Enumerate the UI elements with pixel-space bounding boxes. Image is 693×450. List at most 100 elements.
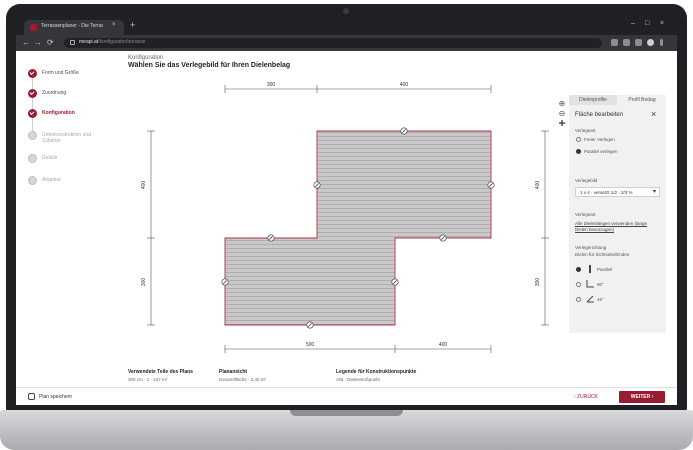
tab-title: Terrassenplaner - Die Terrasse u (41, 23, 103, 29)
url-path: /konfigurator/terrasse (98, 39, 146, 45)
dim-bottom-1: 500 (306, 342, 315, 348)
radio-freier[interactable] (576, 137, 581, 142)
edit-handle-icon (267, 234, 275, 242)
zoom-out-icon[interactable]: ⊖ (557, 109, 567, 119)
favicon-icon (30, 24, 37, 31)
url-host: meapi.at (79, 39, 99, 45)
profile-avatar[interactable] (647, 39, 654, 46)
select-value: 1 x 4 · versetzt 1/2 · 2/3 % (580, 190, 633, 195)
panel-tabs: Dielenprofile Profil Bodag (569, 95, 666, 105)
step-check-icon (28, 89, 37, 98)
save-plan-link[interactable]: Plan speichern (39, 394, 72, 400)
puzzle-icon[interactable] (635, 39, 642, 46)
option-label: Parallel (597, 267, 613, 272)
dimension-bottom: 500 400 (224, 342, 492, 353)
section-label: Verlegeart (575, 212, 596, 217)
edit-handle-icon (306, 321, 314, 329)
browser-toolbar: ← → ⟳ meapi.at/konfigurator/terrasse (16, 35, 677, 51)
step-pending-icon (28, 131, 37, 140)
dimension-top: 300 400 (224, 82, 492, 93)
step-check-icon (28, 69, 37, 78)
info-heading: Legende für Konstruktionspunkte (336, 369, 417, 375)
step-label: Zuordnung (42, 90, 67, 96)
next-button[interactable]: WEITER › (619, 391, 665, 403)
chevron-down-icon: ▾ (652, 189, 656, 195)
laptop-notch (290, 410, 403, 416)
laptop-base (0, 410, 693, 450)
dimension-right-labels: 400 300 (535, 130, 549, 326)
edit-handle-icon (221, 278, 229, 286)
pan-icon[interactable]: ✚ (557, 119, 567, 129)
zoom-in-icon[interactable]: ⊕ (557, 99, 567, 109)
parallel-direction-icon (589, 265, 591, 273)
tab-profil[interactable]: Profil Bodag (618, 95, 666, 105)
minimize-button[interactable]: – (631, 20, 635, 27)
step-label: Konfiguration (42, 110, 75, 116)
dim-left-2: 300 (141, 278, 147, 287)
radio-richtung-parallel[interactable] (576, 267, 581, 272)
option-label: 90° (597, 282, 604, 287)
radio-richtung-90[interactable] (576, 282, 581, 287)
edit-panel: Dielenprofile Profil Bodag Fläche bearbe… (569, 95, 666, 333)
edit-handle-icon (439, 234, 447, 242)
tab-dielenprofile[interactable]: Dielenprofile (569, 95, 617, 105)
dielenlaengen-link[interactable]: Alle Dielenlängen verwenden (lange Diele… (575, 221, 653, 233)
camera-dot (343, 8, 349, 14)
edit-handle-icon (391, 278, 399, 286)
step-pending-icon (28, 176, 37, 185)
step-check-icon (28, 109, 37, 118)
save-icon[interactable] (28, 393, 35, 400)
stage: Terrassenplaner - Die Terrasse u × + – □… (0, 0, 693, 450)
section-label: Verlegebild (575, 178, 598, 183)
angle-90-icon (586, 280, 594, 288)
option-label: 45° (597, 297, 604, 302)
page-title: Wählen Sie das Verlegebild für Ihren Die… (128, 62, 291, 69)
section-label: Verlegerichtung (575, 245, 607, 250)
deck-surface[interactable] (224, 130, 492, 326)
info-heading: Planansicht (219, 369, 248, 375)
footer: Plan speichern ‹ ZURÜCK WEITER › (16, 387, 677, 405)
address-bar[interactable]: meapi.at/konfigurator/terrasse (64, 38, 602, 48)
radio-richtung-45[interactable] (576, 297, 581, 302)
panel-title: Fläche bearbeiten (575, 112, 624, 118)
menu-icon[interactable] (660, 39, 663, 46)
breadcrumb: Konfiguration (128, 55, 164, 61)
bookmark-icon[interactable] (623, 39, 630, 46)
dim-bottom-2: 400 (439, 342, 448, 348)
tab-close-icon[interactable]: × (112, 22, 116, 28)
info-value: Gesamtfläche · 2,40 m² (219, 377, 267, 382)
back-icon[interactable]: ← (22, 38, 30, 47)
radio-label: Parallel verlegen (584, 149, 618, 154)
info-value: 300 cm · 1 · 247 m² (128, 377, 168, 382)
close-icon[interactable]: × (651, 110, 656, 119)
step-label: Details (42, 155, 58, 161)
forward-icon[interactable]: → (34, 38, 42, 47)
back-button[interactable]: ‹ ZURÜCK (574, 392, 598, 402)
new-tab-button[interactable]: + (130, 20, 135, 30)
stepper-line (32, 77, 33, 139)
dim-top-2: 400 (400, 82, 409, 88)
step-label: Unterkonstruktion und Zubehör (42, 132, 91, 144)
step-pending-icon (28, 154, 37, 163)
close-window-button[interactable]: × (660, 20, 664, 27)
section-label: Verlegeart (575, 128, 596, 133)
deck-drawing[interactable]: 300 400 500 400 400 300 400 300 (121, 73, 551, 363)
section-sublabel: Dielen für Sichtseite/Enden (575, 252, 630, 257)
reload-icon[interactable]: ⟳ (47, 38, 54, 47)
radio-parallel[interactable] (576, 149, 581, 154)
angle-45-icon (586, 295, 594, 303)
verlegebild-select[interactable]: 1 x 4 · versetzt 1/2 · 2/3 % ▾ (575, 187, 660, 197)
page: Form und Größe Zuordnung Konfiguration U… (16, 51, 677, 405)
extension-icon[interactable] (611, 39, 618, 46)
browser-tab[interactable]: Terrassenplaner - Die Terrasse u × (24, 20, 124, 35)
url-text: meapi.at/konfigurator/terrasse (79, 39, 145, 45)
dimension-left: 400 300 (141, 130, 155, 326)
edit-handle-icon (313, 181, 321, 189)
maximize-button[interactable]: □ (645, 20, 649, 27)
dim-right-1: 400 (535, 181, 541, 190)
step-label: Angebot (42, 177, 61, 183)
step-label: Form und Größe (42, 70, 79, 76)
zoom-controls: ⊕ ⊖ ✚ (557, 99, 567, 129)
browser-tabbar: Terrassenplaner - Die Terrasse u × + – □… (16, 17, 677, 35)
edit-handle-icon (400, 127, 408, 135)
